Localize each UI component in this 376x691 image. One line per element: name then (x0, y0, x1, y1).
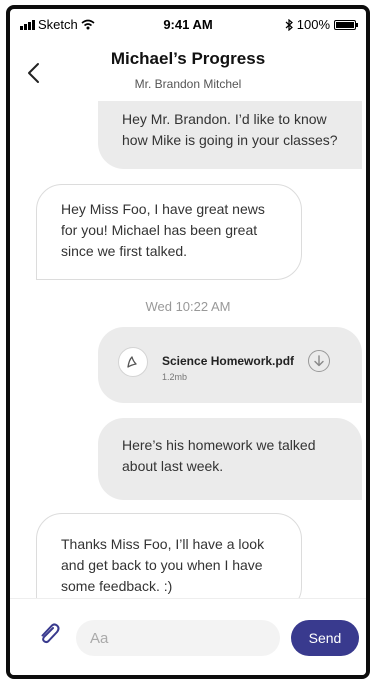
message-text: Here’s his homework we talked about last… (122, 437, 316, 474)
message-timestamp: Wed 10:22 AM (145, 299, 231, 314)
file-size: 1.2mb (162, 372, 188, 382)
download-icon[interactable] (308, 350, 330, 372)
nav-bar: Michael’s Progress Mr. Brandon Mitchel (10, 41, 366, 101)
file-attachment-message[interactable]: Science Homework.pdf 1.2mb (98, 327, 362, 403)
battery-fill (336, 21, 354, 28)
phone-frame: Sketch 9:41 AM 100% Michael’s Progress M… (6, 5, 370, 679)
bluetooth-icon (285, 18, 293, 31)
message-input[interactable] (76, 620, 280, 656)
paperclip-icon[interactable] (36, 621, 62, 647)
battery-percent: 100% (296, 17, 330, 32)
message-text: Thanks Miss Foo, I’ll have a look and ge… (61, 536, 265, 594)
message-text: Hey Mr. Brandon. I’d like to know how Mi… (122, 111, 338, 148)
status-right: 100% (285, 17, 358, 32)
status-bar: Sketch 9:41 AM 100% (10, 9, 366, 39)
message-composer: Send (10, 598, 366, 675)
battery-icon (334, 19, 358, 30)
page-subtitle: Mr. Brandon Mitchel (134, 77, 242, 91)
message-text: Hey Miss Foo, I have great news for you!… (61, 201, 265, 259)
message-outgoing: Here’s his homework we talked about last… (98, 418, 362, 500)
message-incoming: Hey Miss Foo, I have great news for you!… (36, 184, 302, 280)
pdf-file-icon (118, 347, 148, 377)
send-button[interactable]: Send (291, 620, 359, 656)
page-title: Michael’s Progress (110, 49, 266, 68)
